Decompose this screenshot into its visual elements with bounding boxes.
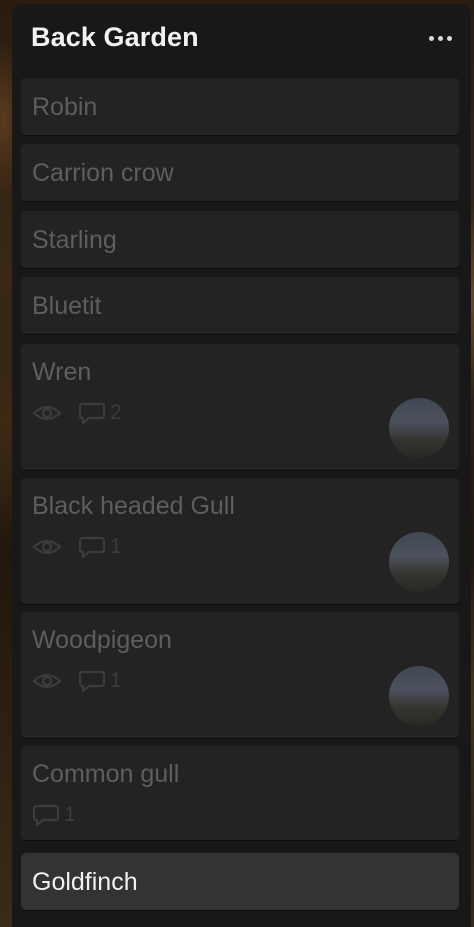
card[interactable]: Wren 2 <box>21 344 459 470</box>
comment-count: 1 <box>64 803 76 826</box>
eye-icon <box>32 671 62 691</box>
comment-icon <box>78 536 106 558</box>
comment-count: 1 <box>110 535 122 558</box>
comment-badge: 1 <box>78 535 122 559</box>
comment-icon <box>78 670 106 692</box>
comment-badge: 2 <box>78 401 122 425</box>
card-title: Robin <box>32 93 98 121</box>
comment-badge: 1 <box>78 669 122 693</box>
card[interactable]: Black headed Gull 1 <box>21 478 459 604</box>
card-title: Black headed Gull <box>32 492 235 520</box>
card[interactable]: Woodpigeon 1 <box>21 612 459 738</box>
card[interactable]: Common gull 1 <box>21 746 459 840</box>
list-title[interactable]: Back Garden <box>31 22 199 53</box>
avatar[interactable] <box>389 532 449 592</box>
comment-count: 2 <box>110 401 122 424</box>
card[interactable]: Robin <box>21 78 459 135</box>
comment-count: 1 <box>110 669 122 692</box>
more-horizontal-icon[interactable] <box>425 26 455 50</box>
card-badges: 1 <box>32 535 122 559</box>
eye-icon <box>32 403 62 423</box>
eye-icon <box>32 537 62 557</box>
comment-icon <box>78 402 106 424</box>
card[interactable]: Starling <box>21 211 459 268</box>
card-title: Goldfinch <box>32 868 138 896</box>
card-badges: 1 <box>32 669 122 693</box>
card[interactable]: Carrion crow <box>21 144 459 201</box>
card-title: Common gull <box>32 760 180 788</box>
avatar[interactable] <box>389 398 449 458</box>
card-title: Woodpigeon <box>32 626 172 654</box>
card-selected[interactable]: Goldfinch <box>21 853 459 910</box>
card-badges: 1 <box>32 803 76 827</box>
card[interactable]: Bluetit <box>21 277 459 334</box>
card-title: Carrion crow <box>32 159 174 187</box>
card-title: Starling <box>32 226 117 254</box>
avatar[interactable] <box>389 666 449 726</box>
comment-badge: 1 <box>32 803 76 827</box>
card-title: Wren <box>32 358 92 386</box>
list-column: Back Garden Robin Carrion crow Starling … <box>12 4 471 927</box>
list-header: Back Garden <box>12 4 471 72</box>
card-title: Bluetit <box>32 292 102 320</box>
comment-icon <box>32 804 60 826</box>
card-badges: 2 <box>32 401 122 425</box>
